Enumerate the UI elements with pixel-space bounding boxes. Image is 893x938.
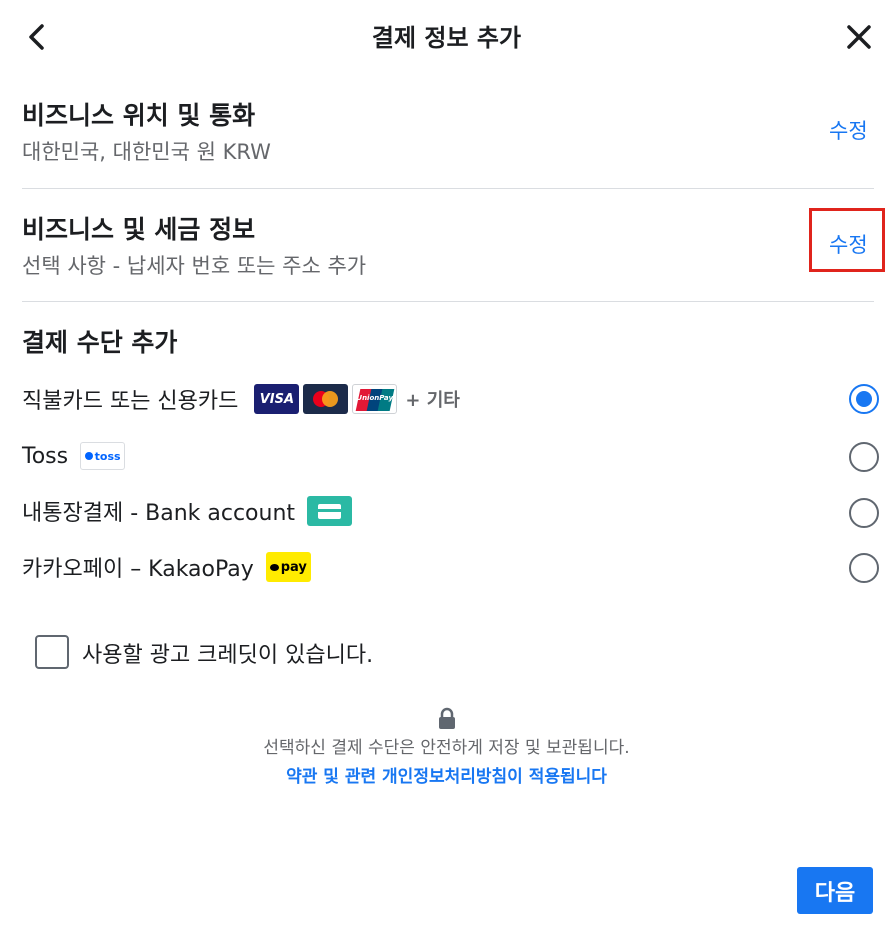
mastercard-icon bbox=[303, 384, 349, 414]
toss-logo-icon: toss bbox=[80, 442, 126, 470]
radio-kakaopay[interactable] bbox=[849, 553, 879, 583]
payment-option-bank[interactable]: 내통장결제 - Bank account bbox=[22, 491, 353, 531]
ad-credit-checkbox[interactable] bbox=[35, 635, 69, 669]
kakaopay-logo-icon: pay bbox=[265, 552, 311, 582]
divider bbox=[22, 301, 874, 302]
more-cards-label: + 기타 bbox=[405, 390, 460, 411]
business-tax-subtitle: 선택 사항 - 납세자 번호 또는 주소 추가 bbox=[22, 254, 367, 278]
lock-icon bbox=[437, 707, 457, 729]
business-location-subtitle: 대한민국, 대한민국 원 KRW bbox=[22, 140, 271, 164]
radio-bank[interactable] bbox=[849, 498, 879, 528]
business-tax-section: 비즈니스 및 세금 정보 선택 사항 - 납세자 번호 또는 주소 추가 bbox=[22, 210, 872, 280]
ad-credit-label[interactable]: 사용할 광고 크레딧이 있습니다. bbox=[82, 637, 373, 669]
payment-option-kakaopay[interactable]: 카카오페이 – KakaoPay pay bbox=[22, 547, 311, 587]
edit-business-tax-link[interactable]: 수정 bbox=[829, 229, 868, 259]
dialog-header: 결제 정보 추가 bbox=[0, 0, 893, 70]
payment-option-toss[interactable]: Toss toss bbox=[22, 436, 126, 476]
visa-icon: VISA bbox=[254, 384, 300, 414]
payment-option-label: Toss bbox=[22, 443, 69, 469]
security-text: 선택하신 결제 수단은 안전하게 저장 및 보관됩니다. bbox=[263, 738, 630, 758]
radio-card-selected[interactable] bbox=[849, 384, 879, 414]
business-location-section: 비즈니스 위치 및 통화 대한민국, 대한민국 원 KRW bbox=[22, 96, 872, 166]
payment-methods-heading: 결제 수단 추가 bbox=[22, 328, 178, 357]
radio-toss[interactable] bbox=[849, 442, 879, 472]
edit-business-location-link[interactable]: 수정 bbox=[829, 115, 868, 145]
policy-link[interactable]: 약관 및 관련 개인정보처리방침이 적용됩니다 bbox=[0, 762, 893, 787]
close-icon[interactable] bbox=[842, 20, 876, 54]
toss-badge-text: toss bbox=[94, 449, 121, 463]
kakaopay-badge-text: pay bbox=[280, 559, 307, 575]
payment-option-card[interactable]: 직불카드 또는 신용카드 VISA UnionPay + 기타 bbox=[22, 379, 460, 419]
next-button[interactable]: 다음 bbox=[797, 867, 873, 914]
payment-option-label: 카카오페이 – KakaoPay bbox=[22, 557, 254, 582]
business-location-title: 비즈니스 위치 및 통화 bbox=[22, 101, 256, 130]
payment-option-label: 직불카드 또는 신용카드 bbox=[22, 389, 239, 414]
unionpay-icon: UnionPay bbox=[352, 384, 398, 414]
divider bbox=[22, 188, 874, 189]
dialog-title: 결제 정보 추가 bbox=[371, 24, 522, 52]
payment-option-label: 내통장결제 - Bank account bbox=[22, 501, 296, 526]
business-tax-title: 비즈니스 및 세금 정보 bbox=[22, 215, 256, 244]
bank-card-icon bbox=[307, 496, 353, 526]
